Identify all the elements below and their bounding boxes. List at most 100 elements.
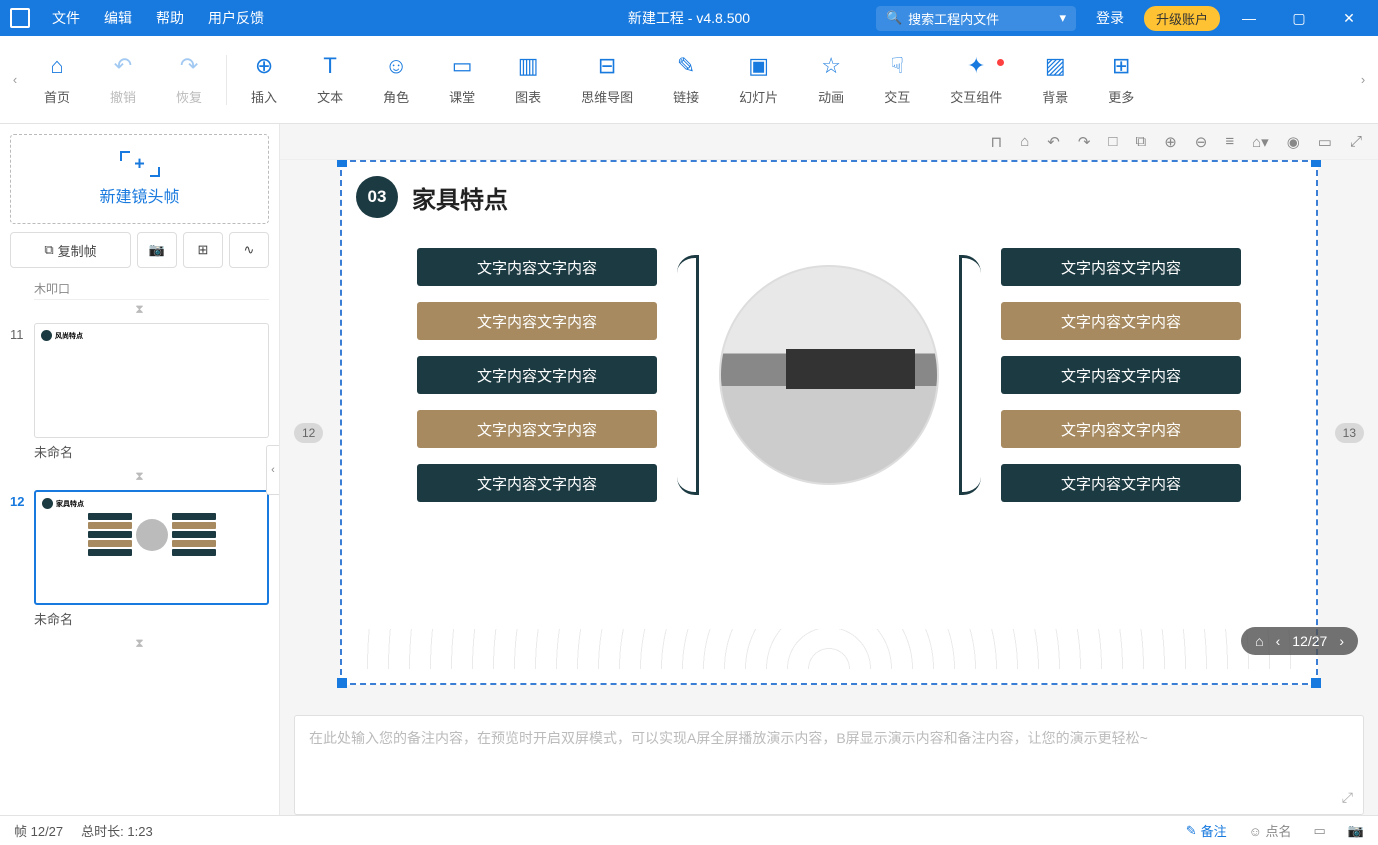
canvas-tool-icon[interactable]: ⧉ — [1135, 133, 1146, 150]
toolbar-文本[interactable]: T文本 — [297, 53, 363, 106]
minimize-button[interactable]: — — [1228, 10, 1270, 26]
slide-title: 家具特点 — [412, 180, 508, 215]
toolbar-撤销[interactable]: ↶撤销 — [90, 53, 156, 106]
prev-icon[interactable]: ‹ — [1276, 633, 1281, 649]
角色-icon: ☺ — [383, 53, 409, 79]
copy-frame-button[interactable]: ⧉ 复制帧 — [10, 232, 131, 268]
collapse-sidebar-button[interactable]: ‹ — [266, 445, 280, 495]
toolbar-label: 文本 — [317, 87, 343, 106]
present-icon[interactable]: ▭ — [1314, 823, 1326, 839]
toolbar-首页[interactable]: ⌂首页 — [24, 53, 90, 106]
toolbar-label: 首页 — [44, 87, 70, 106]
camera-button[interactable]: 📷 — [137, 232, 177, 268]
toolbar-交互组件[interactable]: ✦交互组件 — [930, 53, 1022, 106]
content-pill[interactable]: 文字内容文字内容 — [417, 302, 657, 340]
selection-handle[interactable] — [1311, 678, 1321, 688]
toolbar-恢复[interactable]: ↷恢复 — [156, 53, 222, 106]
canvas-tool-icon[interactable]: ⊓ — [990, 133, 1002, 151]
selection-handle[interactable] — [337, 678, 347, 688]
next-icon[interactable]: › — [1339, 633, 1344, 649]
slide-badge: 03 — [356, 176, 398, 218]
slide-item-12[interactable]: 12 家具特点 未命名 — [10, 490, 269, 628]
content-pill[interactable]: 文字内容文字内容 — [1001, 356, 1241, 394]
login-button[interactable]: 登录 — [1084, 8, 1136, 28]
toolbar-scroll-right[interactable]: › — [1354, 72, 1372, 87]
toolbar-链接[interactable]: ✎链接 — [653, 53, 719, 106]
toolbar-幻灯片[interactable]: ▣幻灯片 — [719, 53, 798, 106]
slide-name: 未命名 — [34, 442, 269, 461]
menu-help[interactable]: 帮助 — [144, 8, 196, 28]
camera-icon[interactable]: 📷 — [1348, 823, 1364, 839]
content-pill[interactable]: 文字内容文字内容 — [1001, 464, 1241, 502]
content-pill[interactable]: 文字内容文字内容 — [1001, 410, 1241, 448]
交互-icon: ☟ — [884, 53, 910, 79]
slide-name: 未命名 — [34, 609, 269, 628]
upgrade-button[interactable]: 升级账户 — [1144, 6, 1220, 31]
search-input[interactable]: 🔍 搜索工程内文件 ▾ — [876, 6, 1076, 31]
content-pill[interactable]: 文字内容文字内容 — [417, 356, 657, 394]
toolbar-label: 角色 — [383, 87, 409, 106]
home-icon[interactable]: ⌂ — [1255, 633, 1263, 649]
roll-call-button[interactable]: ☺ 点名 — [1249, 821, 1292, 840]
close-button[interactable]: ✕ — [1328, 10, 1370, 27]
timer-icon: ⧗ — [10, 636, 269, 651]
canvas-tool-icon[interactable]: ↷ — [1078, 133, 1091, 151]
expand-notes-icon[interactable]: ⤢ — [1342, 789, 1353, 806]
toolbar-课堂[interactable]: ▭课堂 — [429, 53, 495, 106]
slide-thumbnail[interactable]: 家具特点 — [34, 490, 269, 605]
path-button[interactable]: ∿ — [229, 232, 269, 268]
canvas-area: ⊓ ⌂ ↶ ↷ □ ⧉ ⊕ ⊖ ≡ ⌂▾ ◉ ▭ ⤢ 12 13 03 家具特点 文字内容文字内容 — [280, 124, 1378, 815]
next-slide-bubble[interactable]: 13 — [1335, 423, 1364, 443]
notes-toggle[interactable]: ✎ 备注 — [1186, 821, 1227, 840]
slide-panel: + 新建镜头帧 ⧉ 复制帧 📷 ⊞ ∿ 木叩口 ⧗ 11 风尚特点 未命名 ⧗ — [0, 124, 280, 815]
selection-handle[interactable] — [337, 160, 347, 167]
slide-number: 12 — [10, 490, 28, 628]
left-column: 文字内容文字内容 文字内容文字内容 文字内容文字内容 文字内容文字内容 文字内容… — [417, 248, 657, 502]
canvas-tool-icon[interactable]: ◉ — [1287, 133, 1300, 151]
toolbar-插入[interactable]: ⊕插入 — [231, 53, 297, 106]
notes-input[interactable]: 在此处输入您的备注内容，在预览时开启双屏模式，可以实现A屏全屏播放演示内容，B屏… — [294, 715, 1364, 815]
toolbar-label: 幻灯片 — [739, 87, 778, 106]
canvas-tool-icon[interactable]: ≡ — [1225, 133, 1234, 150]
canvas-tool-icon[interactable]: ⤢ — [1350, 133, 1362, 150]
slide-item-11[interactable]: 11 风尚特点 未命名 — [10, 323, 269, 461]
canvas-tool-icon[interactable]: ⊕ — [1164, 133, 1177, 151]
toolbar-角色[interactable]: ☺ 角色 — [363, 53, 429, 106]
slide-canvas[interactable]: 03 家具特点 文字内容文字内容 文字内容文字内容 文字内容文字内容 文字内容文… — [340, 160, 1318, 685]
selection-handle[interactable] — [1311, 160, 1321, 167]
menu-file[interactable]: 文件 — [40, 8, 92, 28]
canvas-tool-icon[interactable]: ⊖ — [1195, 133, 1208, 151]
canvas-tool-icon[interactable]: ▭ — [1318, 133, 1332, 151]
content-pill[interactable]: 文字内容文字内容 — [417, 464, 657, 502]
toolbar-思维导图[interactable]: ⊟思维导图 — [561, 53, 653, 106]
content-pill[interactable]: 文字内容文字内容 — [1001, 248, 1241, 286]
maximize-button[interactable]: ▢ — [1278, 10, 1320, 27]
toolbar-scroll-left[interactable]: ‹ — [6, 72, 24, 87]
canvas-tool-icon[interactable]: ⌂▾ — [1252, 133, 1269, 151]
qr-button[interactable]: ⊞ — [183, 232, 223, 268]
frame-corners-icon: + — [120, 151, 160, 177]
slide-thumbnail[interactable]: 风尚特点 — [34, 323, 269, 438]
canvas-tool-icon[interactable]: ⌂ — [1020, 133, 1029, 150]
canvas-viewport[interactable]: 12 13 03 家具特点 文字内容文字内容 文字内容文字内容 — [280, 160, 1378, 705]
content-pill[interactable]: 文字内容文字内容 — [1001, 302, 1241, 340]
right-column: 文字内容文字内容 文字内容文字内容 文字内容文字内容 文字内容文字内容 文字内容… — [1001, 248, 1241, 502]
menu-edit[interactable]: 编辑 — [92, 8, 144, 28]
toolbar-更多[interactable]: ⊞更多 — [1088, 53, 1154, 106]
center-image[interactable] — [719, 265, 939, 485]
prev-slide-bubble[interactable]: 12 — [294, 423, 323, 443]
content-pill[interactable]: 文字内容文字内容 — [417, 248, 657, 286]
课堂-icon: ▭ — [449, 53, 475, 79]
toolbar-背景[interactable]: ▨背景 — [1022, 53, 1088, 106]
timer-icon: ⧗ — [10, 469, 269, 484]
chevron-down-icon[interactable]: ▾ — [1059, 10, 1066, 26]
new-frame-button[interactable]: + 新建镜头帧 — [10, 134, 269, 224]
toolbar-图表[interactable]: ▥图表 — [495, 53, 561, 106]
menu-feedback[interactable]: 用户反馈 — [196, 8, 276, 28]
toolbar-交互[interactable]: ☟交互 — [864, 53, 930, 106]
toolbar-动画[interactable]: ☆动画 — [798, 53, 864, 106]
search-icon: 🔍 — [886, 10, 902, 26]
canvas-tool-icon[interactable]: ↶ — [1047, 133, 1060, 151]
content-pill[interactable]: 文字内容文字内容 — [417, 410, 657, 448]
canvas-tool-icon[interactable]: □ — [1108, 133, 1117, 150]
